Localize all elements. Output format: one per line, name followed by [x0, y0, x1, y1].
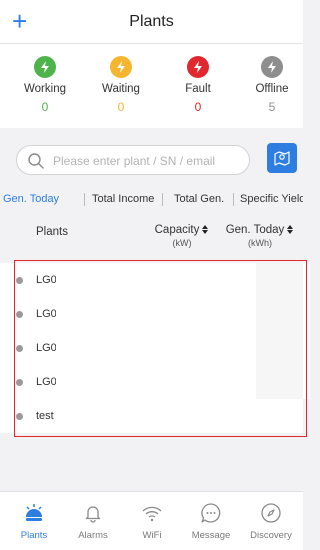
bolt-icon — [110, 56, 132, 78]
capacity-label: Capacity — [154, 224, 200, 236]
status-working[interactable]: Working 0 — [10, 56, 80, 114]
status-summary: Working 0 Waiting 0 Fault 0 Offline 5 — [0, 44, 303, 128]
search-input[interactable] — [53, 151, 243, 171]
tabbar-label: WiFi — [142, 530, 162, 541]
tabbar-label: Plants — [20, 530, 48, 541]
gen-today-unit: (kWh) — [248, 238, 272, 248]
status-offline[interactable]: Offline 5 — [237, 56, 307, 114]
tabbar-item-plants[interactable]: Plants — [5, 502, 63, 541]
bolt-icon — [187, 56, 209, 78]
sort-icon — [202, 225, 209, 234]
tabbar-item-message[interactable]: Message — [182, 502, 240, 541]
tab-total-income[interactable]: Total Income — [92, 193, 154, 205]
status-count: 0 — [117, 100, 125, 114]
column-header-capacity[interactable]: Capacity (kW) — [148, 224, 216, 250]
gen-today-label: Gen. Today — [225, 224, 285, 236]
column-header-plants: Plants — [36, 226, 68, 238]
capacity-unit: (kW) — [172, 238, 192, 248]
sort-icon — [287, 225, 294, 234]
tab-total-gen[interactable]: Total Gen. — [174, 193, 224, 205]
bolt-icon — [34, 56, 56, 78]
status-count: 0 — [41, 100, 49, 114]
status-label: Waiting — [102, 83, 140, 95]
status-label: Fault — [185, 83, 211, 95]
tab-divider — [162, 193, 163, 206]
bolt-icon — [261, 56, 283, 78]
tabbar-label: Alarms — [78, 530, 108, 541]
column-header-gen-today[interactable]: Gen. Today (kWh) — [224, 224, 296, 250]
tabbar-item-wifi[interactable]: WiFi — [123, 502, 181, 541]
status-count: 5 — [268, 100, 276, 114]
tabbar-label: Discovery — [250, 530, 292, 541]
sort-tabs: Gen. Today Total Income Total Gen. Speci… — [0, 186, 303, 214]
search-box[interactable] — [16, 145, 250, 175]
bell-icon — [64, 502, 122, 524]
search-icon — [28, 153, 44, 169]
tabbar-item-discovery[interactable]: Discovery — [242, 502, 300, 541]
map-button[interactable] — [267, 143, 297, 173]
tab-gen-today[interactable]: Gen. Today — [3, 193, 59, 205]
tab-divider — [84, 193, 85, 206]
map-icon — [274, 151, 290, 166]
status-count: 0 — [194, 100, 202, 114]
status-fault[interactable]: Fault 0 — [163, 56, 233, 114]
tabbar-item-alarms[interactable]: Alarms — [64, 502, 122, 541]
highlight-box — [14, 260, 307, 437]
empty-area — [0, 437, 303, 491]
tab-divider — [233, 193, 234, 206]
search-row — [0, 140, 303, 178]
tab-specific-yield[interactable]: Specific Yield — [240, 193, 303, 205]
wifi-icon — [123, 502, 181, 524]
bottom-tab-bar: Plants Alarms WiFi Message Discovery — [0, 491, 303, 550]
tabbar-label: Message — [191, 530, 231, 541]
page-title: Plants — [129, 13, 174, 30]
top-bar: + Plants — [0, 0, 303, 44]
table-header: Plants Capacity (kW) Gen. Today (kWh) — [0, 215, 303, 263]
message-icon — [182, 502, 240, 524]
plants-icon — [5, 502, 63, 524]
status-label: Offline — [255, 83, 289, 95]
compass-icon — [242, 502, 300, 524]
status-waiting[interactable]: Waiting 0 — [86, 56, 156, 114]
status-label: Working — [24, 83, 66, 95]
